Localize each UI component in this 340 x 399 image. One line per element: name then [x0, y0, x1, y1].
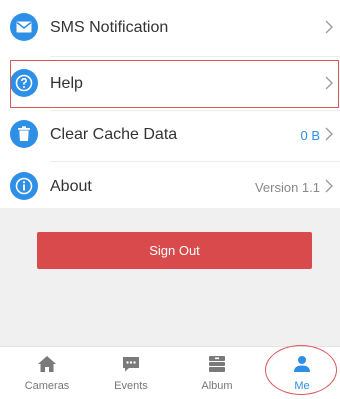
about-label: About [50, 178, 92, 195]
sign-out-section [0, 208, 340, 346]
chevron-right-icon [325, 20, 333, 34]
about-row[interactable]: About Version 1.1 [0, 161, 340, 213]
chevron-right-icon [325, 179, 333, 193]
tab-me-label: Me [294, 380, 310, 392]
envelope-icon [10, 13, 38, 41]
tab-cameras-label: Cameras [24, 380, 70, 392]
sign-out-button[interactable]: Sign Out [37, 232, 312, 269]
version-value: Version 1.1 [254, 179, 320, 195]
clear-cache-label: Clear Cache Data [50, 126, 178, 143]
trash-icon [10, 120, 38, 148]
tab-me[interactable]: Me [262, 347, 340, 399]
help-label: Help [50, 75, 83, 92]
album-icon [209, 356, 225, 372]
chevron-right-icon [325, 127, 333, 141]
tab-album[interactable]: Album [177, 347, 257, 399]
home-icon [38, 356, 56, 372]
chat-icon [123, 357, 139, 372]
cache-size-value: 0 B [300, 127, 320, 143]
chevron-right-icon [325, 76, 333, 90]
clear-cache-row[interactable]: Clear Cache Data 0 B [0, 109, 340, 161]
bottom-tab-bar: Cameras Events Album Me [0, 346, 340, 398]
sms-notification-label: SMS Notification [50, 19, 169, 36]
help-row[interactable]: Help [0, 58, 340, 110]
tab-events[interactable]: Events [91, 347, 171, 399]
tab-cameras[interactable]: Cameras [7, 347, 87, 399]
info-icon [10, 172, 38, 200]
question-icon [10, 69, 38, 97]
tab-album-label: Album [201, 380, 233, 392]
divider [50, 56, 340, 57]
person-icon [294, 356, 310, 372]
tab-events-label: Events [114, 380, 148, 392]
sms-notification-row[interactable]: SMS Notification [0, 2, 340, 54]
